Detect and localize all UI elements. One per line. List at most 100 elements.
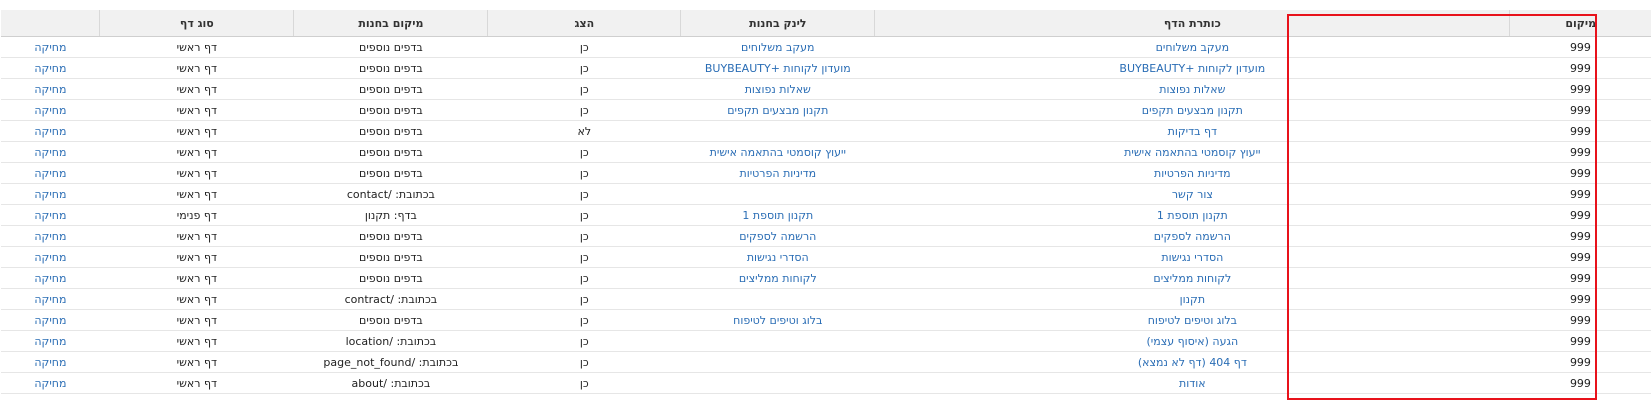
cell-store-link: בלוג וטיפים לטיפוח: [680, 309, 875, 331]
delete-link[interactable]: מחיקה: [34, 314, 66, 327]
table-row: 999 לקוחות ממליצים לקוחות ממליצים כן בדפ…: [1, 267, 1651, 289]
cell-show: כן: [487, 288, 681, 310]
store-link[interactable]: שאלות נפוצות: [745, 83, 811, 96]
show-value: כן: [579, 82, 589, 96]
table-row: 999 הסדרי נגישות הסדרי נגישות כן בדפים נ…: [1, 246, 1651, 268]
delete-link[interactable]: מחיקה: [34, 62, 66, 75]
delete-link[interactable]: מחיקה: [34, 41, 66, 54]
store-link[interactable]: מעקב משלוחים: [741, 41, 814, 54]
delete-link[interactable]: מחיקה: [34, 83, 66, 96]
header-link[interactable]: לינק בחנות: [680, 10, 875, 37]
delete-link[interactable]: מחיקה: [34, 251, 66, 264]
show-value: כן: [579, 292, 589, 306]
position-value: 999: [1569, 40, 1591, 54]
cell-show: כן: [487, 78, 681, 100]
table-row: 999 תקנון תוספת 1 תקנון תוספת 1 כן בדף: …: [1, 204, 1651, 226]
page-title-link[interactable]: הסדרי נגישות: [1161, 251, 1223, 264]
header-show[interactable]: הצג: [487, 10, 681, 37]
store-link[interactable]: לקוחות ממליצים: [739, 272, 817, 285]
delete-link[interactable]: מחיקה: [34, 167, 66, 180]
cell-type: דף ראשי: [99, 183, 294, 205]
page-title-link[interactable]: דף 404 (דף לא נמצא): [1138, 356, 1247, 369]
store-link[interactable]: מדיניות הפרטיות: [739, 167, 816, 180]
store-link[interactable]: הסדרי נגישות: [747, 251, 809, 264]
delete-link[interactable]: מחיקה: [34, 293, 66, 306]
table-row: 999 מעקב משלוחים מעקב משלוחים כן בדפים נ…: [1, 36, 1651, 58]
cell-location: בדפים נוספים: [293, 57, 488, 79]
page-title-link[interactable]: תקנון: [1180, 293, 1205, 306]
type-value: דף ראשי: [176, 313, 218, 327]
cell-position: 999: [1509, 99, 1651, 121]
delete-link[interactable]: מחיקה: [34, 377, 66, 390]
cell-title: דף בדיקות: [874, 120, 1510, 142]
delete-link[interactable]: מחיקה: [34, 146, 66, 159]
page-title-link[interactable]: הגעה (איסוף עצמי): [1146, 335, 1238, 348]
type-value: דף ראשי: [176, 229, 218, 243]
page-title-link[interactable]: הרשמה לספקים: [1154, 230, 1231, 243]
header-title[interactable]: כותרת הדף: [874, 10, 1510, 37]
pages-table: מיקום כותרת הדף לינק בחנות הצג מיקום בחנ…: [1, 10, 1651, 394]
header-position[interactable]: מיקום: [1509, 10, 1651, 37]
store-link[interactable]: ייעוץ קוסמטי בהתאמה אישית: [710, 146, 846, 159]
store-link[interactable]: מועדון לקוחות +BUYBEAUTY: [705, 62, 851, 75]
position-value: 999: [1569, 313, 1591, 327]
delete-link[interactable]: מחיקה: [34, 188, 66, 201]
page-title-link[interactable]: תקנון מבצעים תקפים: [1142, 104, 1243, 117]
cell-type: דף ראשי: [99, 225, 294, 247]
cell-delete: מחיקה: [1, 204, 100, 226]
cell-delete: מחיקה: [1, 78, 100, 100]
page-title-link[interactable]: צור קשר: [1172, 188, 1213, 201]
cell-title: הרשמה לספקים: [874, 225, 1510, 247]
table-row: 999 הרשמה לספקים הרשמה לספקים כן בדפים נ…: [1, 225, 1651, 247]
cell-show: כן: [487, 309, 681, 331]
page-title-link[interactable]: בלוג וטיפים לטיפוח: [1148, 314, 1237, 327]
position-value: 999: [1569, 61, 1591, 75]
location-value: בדפים נוספים: [359, 271, 423, 285]
cell-show: כן: [487, 162, 681, 184]
cell-delete: מחיקה: [1, 57, 100, 79]
cell-show: כן: [487, 36, 681, 58]
page-title-link[interactable]: מדיניות הפרטיות: [1154, 167, 1231, 180]
page-title-link[interactable]: מועדון לקוחות +BUYBEAUTY: [1119, 62, 1265, 75]
page-title-link[interactable]: מעקב משלוחים: [1156, 41, 1229, 54]
cell-location: בכתובת: /contract: [293, 288, 488, 310]
delete-link[interactable]: מחיקה: [34, 335, 66, 348]
cell-title: הסדרי נגישות: [874, 246, 1510, 268]
cell-location: בכתובת: /contact: [293, 183, 488, 205]
page-title-link[interactable]: ייעוץ קוסמטי בהתאמה אישית: [1124, 146, 1260, 159]
delete-link[interactable]: מחיקה: [34, 272, 66, 285]
cell-title: מועדון לקוחות +BUYBEAUTY: [874, 57, 1510, 79]
show-value: כן: [579, 40, 589, 54]
header-location[interactable]: מיקום בחנות: [293, 10, 488, 37]
cell-delete: מחיקה: [1, 372, 100, 394]
type-value: דף ראשי: [176, 145, 218, 159]
page-title-link[interactable]: שאלות נפוצות: [1159, 83, 1225, 96]
position-value: 999: [1569, 187, 1591, 201]
page-title-link[interactable]: דף בדיקות: [1168, 125, 1217, 138]
cell-location: בדפים נוספים: [293, 225, 488, 247]
cell-type: דף ראשי: [99, 120, 294, 142]
delete-link[interactable]: מחיקה: [34, 104, 66, 117]
show-value: כן: [579, 313, 589, 327]
table-row: 999 אודות כן בכתובת: /about דף ראשי מחיק…: [1, 372, 1651, 394]
store-link[interactable]: תקנון מבצעים תקפים: [727, 104, 828, 117]
store-link[interactable]: הרשמה לספקים: [739, 230, 816, 243]
cell-store-link: [680, 288, 875, 310]
cell-type: דף פנימי: [99, 204, 294, 226]
delete-link[interactable]: מחיקה: [34, 209, 66, 222]
delete-link[interactable]: מחיקה: [34, 356, 66, 369]
header-type[interactable]: סוג דף: [99, 10, 294, 37]
delete-link[interactable]: מחיקה: [34, 125, 66, 138]
cell-store-link: מדיניות הפרטיות: [680, 162, 875, 184]
delete-link[interactable]: מחיקה: [34, 230, 66, 243]
store-link[interactable]: בלוג וטיפים לטיפוח: [733, 314, 822, 327]
page-title-link[interactable]: לקוחות ממליצים: [1153, 272, 1231, 285]
cell-delete: מחיקה: [1, 267, 100, 289]
location-value: בדפים נוספים: [359, 250, 423, 264]
table-row: 999 דף בדיקות לא בדפים נוספים דף ראשי מח…: [1, 120, 1651, 142]
table-row: 999 תקנון כן בכתובת: /contract דף ראשי מ…: [1, 288, 1651, 310]
page-title-link[interactable]: אודות: [1179, 377, 1206, 390]
type-value: דף ראשי: [176, 334, 218, 348]
store-link[interactable]: תקנון תוספת 1: [742, 209, 813, 222]
page-title-link[interactable]: תקנון תוספת 1: [1157, 209, 1228, 222]
